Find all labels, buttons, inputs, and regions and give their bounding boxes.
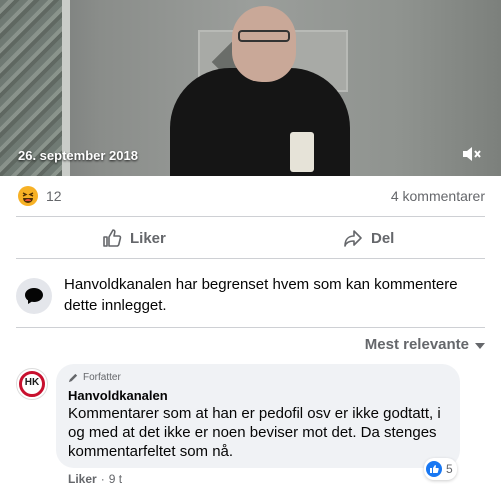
video-person-glasses xyxy=(238,30,290,42)
divider xyxy=(16,216,485,217)
sort-label: Mest relevante xyxy=(364,336,469,353)
post-stats: 12 4 kommentarer xyxy=(0,176,501,216)
video-person-body xyxy=(170,68,350,176)
author-badge: Forfatter xyxy=(68,372,121,383)
comment-meta: Liker · 9 t xyxy=(68,472,122,486)
video-person-head xyxy=(232,6,296,82)
thumbs-up-icon xyxy=(103,229,122,247)
share-button[interactable]: Del xyxy=(343,224,394,252)
comment-bubble: Forfatter Hanvoldkanalen Kommentarer som… xyxy=(56,364,460,468)
comment-bubble-icon-wrap xyxy=(16,278,52,314)
comment-count[interactable]: 4 kommentarer xyxy=(391,188,485,204)
share-arrow-icon xyxy=(344,230,362,247)
divider xyxy=(16,258,485,259)
pencil-icon xyxy=(68,373,78,383)
caret-down-icon xyxy=(475,342,485,349)
comment-reaction-count: 5 xyxy=(446,462,453,476)
like-label: Liker xyxy=(130,229,166,247)
post-actions: Liker Del xyxy=(0,218,501,258)
avatar-logo-text: HK xyxy=(24,377,40,388)
comment-like-button[interactable]: Liker xyxy=(68,472,97,486)
comment-timestamp[interactable]: 9 t xyxy=(109,472,122,486)
sort-dropdown[interactable]: Mest relevante xyxy=(365,336,485,353)
reaction-count[interactable]: 12 xyxy=(46,188,62,204)
speaker-muted-icon[interactable] xyxy=(461,144,483,164)
video-player[interactable]: 26. september 2018 xyxy=(0,0,501,176)
restriction-text: Hanvoldkanalen har begrenset hvem som ka… xyxy=(64,276,458,314)
like-reaction-icon xyxy=(426,461,442,477)
avatar[interactable]: HK xyxy=(16,368,48,400)
haha-icon[interactable] xyxy=(18,186,38,206)
video-date: 26. september 2018 xyxy=(18,148,138,163)
meta-separator: · xyxy=(100,472,105,486)
comment-reactions[interactable]: 5 xyxy=(424,458,457,480)
like-button[interactable]: Liker xyxy=(102,224,166,252)
comment-text: Kommentarer som at han er pedofil osv er… xyxy=(68,405,441,460)
comment-restriction-notice: Hanvoldkanalen har begrenset hvem som ka… xyxy=(16,270,486,320)
video-cup xyxy=(290,132,314,172)
comment: HK Forfatter Hanvoldkanalen Kommentarer … xyxy=(16,364,486,490)
divider xyxy=(16,327,485,328)
comment-bubble-icon xyxy=(25,288,43,304)
share-label: Del xyxy=(371,229,395,247)
author-badge-label: Forfatter xyxy=(83,372,121,383)
comment-author[interactable]: Hanvoldkanalen xyxy=(68,388,168,403)
